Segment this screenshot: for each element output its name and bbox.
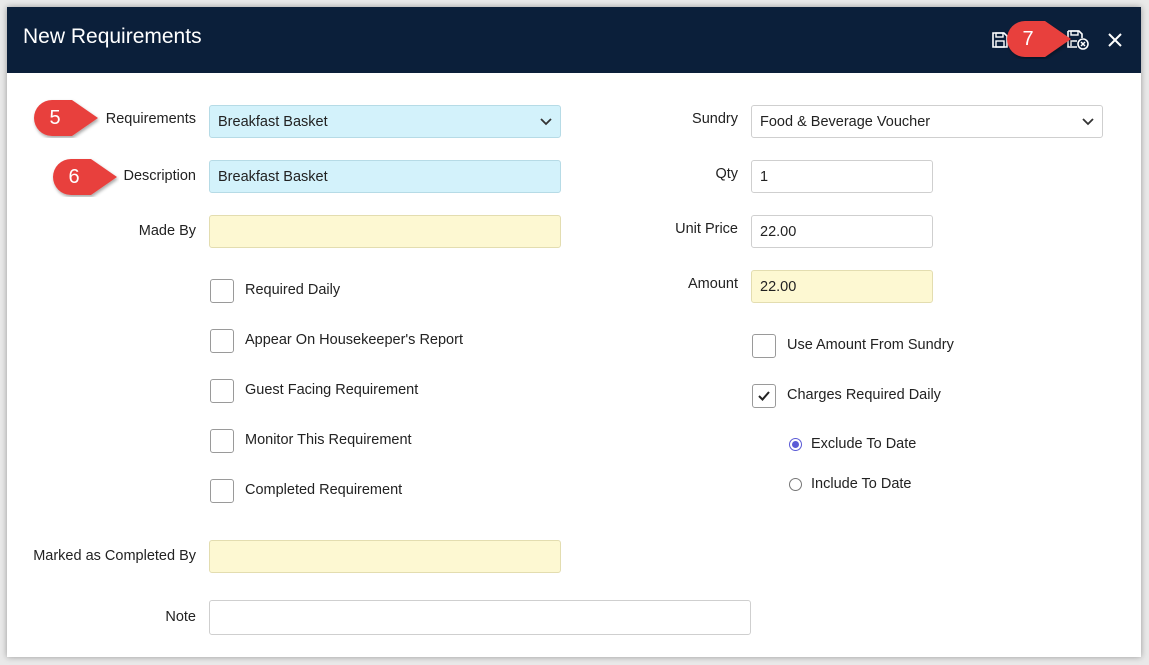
completed-requirement-label: Completed Requirement [245, 482, 403, 498]
callout-6: 6 [51, 157, 119, 197]
monitor-requirement-checkbox[interactable] [210, 429, 234, 453]
sundry-value: Food & Beverage Voucher [760, 113, 931, 130]
note-input[interactable] [209, 600, 751, 635]
close-button[interactable] [1102, 27, 1128, 53]
description-label: Description [123, 168, 196, 184]
required-daily-label: Required Daily [245, 282, 341, 298]
use-amount-from-sundry-checkbox[interactable] [752, 334, 776, 358]
new-requirements-dialog: New Requirements 5 6 7 Requirements Brea… [7, 7, 1141, 657]
requirements-select[interactable]: Breakfast Basket [209, 105, 561, 138]
requirements-label: Requirements [105, 111, 196, 127]
exclude-to-date-radio[interactable] [789, 438, 802, 451]
checkmark-icon [758, 391, 770, 401]
appear-on-housekeeper-report-label: Appear On Housekeeper's Report [245, 332, 463, 348]
use-amount-from-sundry-label: Use Amount From Sundry [787, 337, 954, 353]
made-by-input[interactable] [209, 215, 561, 248]
completed-requirement-checkbox[interactable] [210, 479, 234, 503]
amount-input[interactable] [751, 270, 933, 303]
monitor-requirement-label: Monitor This Requirement [245, 432, 412, 448]
sundry-label: Sundry [692, 111, 738, 127]
include-to-date-radio[interactable] [789, 478, 802, 491]
include-to-date-label: Include To Date [811, 476, 912, 492]
guest-facing-requirement-label: Guest Facing Requirement [245, 382, 419, 398]
chevron-down-icon [540, 117, 552, 125]
callout-6-number: 6 [68, 165, 80, 188]
note-label: Note [165, 609, 196, 625]
callout-7: 7 [1005, 19, 1073, 59]
made-by-label: Made By [138, 223, 196, 239]
guest-facing-requirement-checkbox[interactable] [210, 379, 234, 403]
charges-required-daily-label: Charges Required Daily [787, 387, 941, 403]
dialog-title: New Requirements [23, 25, 202, 48]
qty-input[interactable] [751, 160, 933, 193]
chevron-down-icon [1082, 117, 1094, 125]
unit-price-input[interactable] [751, 215, 933, 248]
charges-required-daily-checkbox[interactable] [752, 384, 776, 408]
qty-label: Qty [715, 166, 738, 182]
amount-label: Amount [688, 276, 738, 292]
close-icon [1108, 33, 1122, 47]
description-input[interactable] [209, 160, 561, 193]
appear-on-housekeeper-report-checkbox[interactable] [210, 329, 234, 353]
sundry-select[interactable]: Food & Beverage Voucher [751, 105, 1103, 138]
exclude-to-date-label: Exclude To Date [811, 436, 917, 452]
title-bar: New Requirements [7, 7, 1141, 73]
marked-completed-by-input[interactable] [209, 540, 561, 573]
unit-price-label: Unit Price [675, 221, 738, 237]
callout-7-number: 7 [1022, 27, 1034, 50]
requirements-value: Breakfast Basket [218, 113, 328, 130]
marked-completed-by-label: Marked as Completed By [33, 548, 196, 564]
callout-5-number: 5 [49, 106, 61, 129]
callout-5: 5 [32, 98, 100, 138]
required-daily-checkbox[interactable] [210, 279, 234, 303]
